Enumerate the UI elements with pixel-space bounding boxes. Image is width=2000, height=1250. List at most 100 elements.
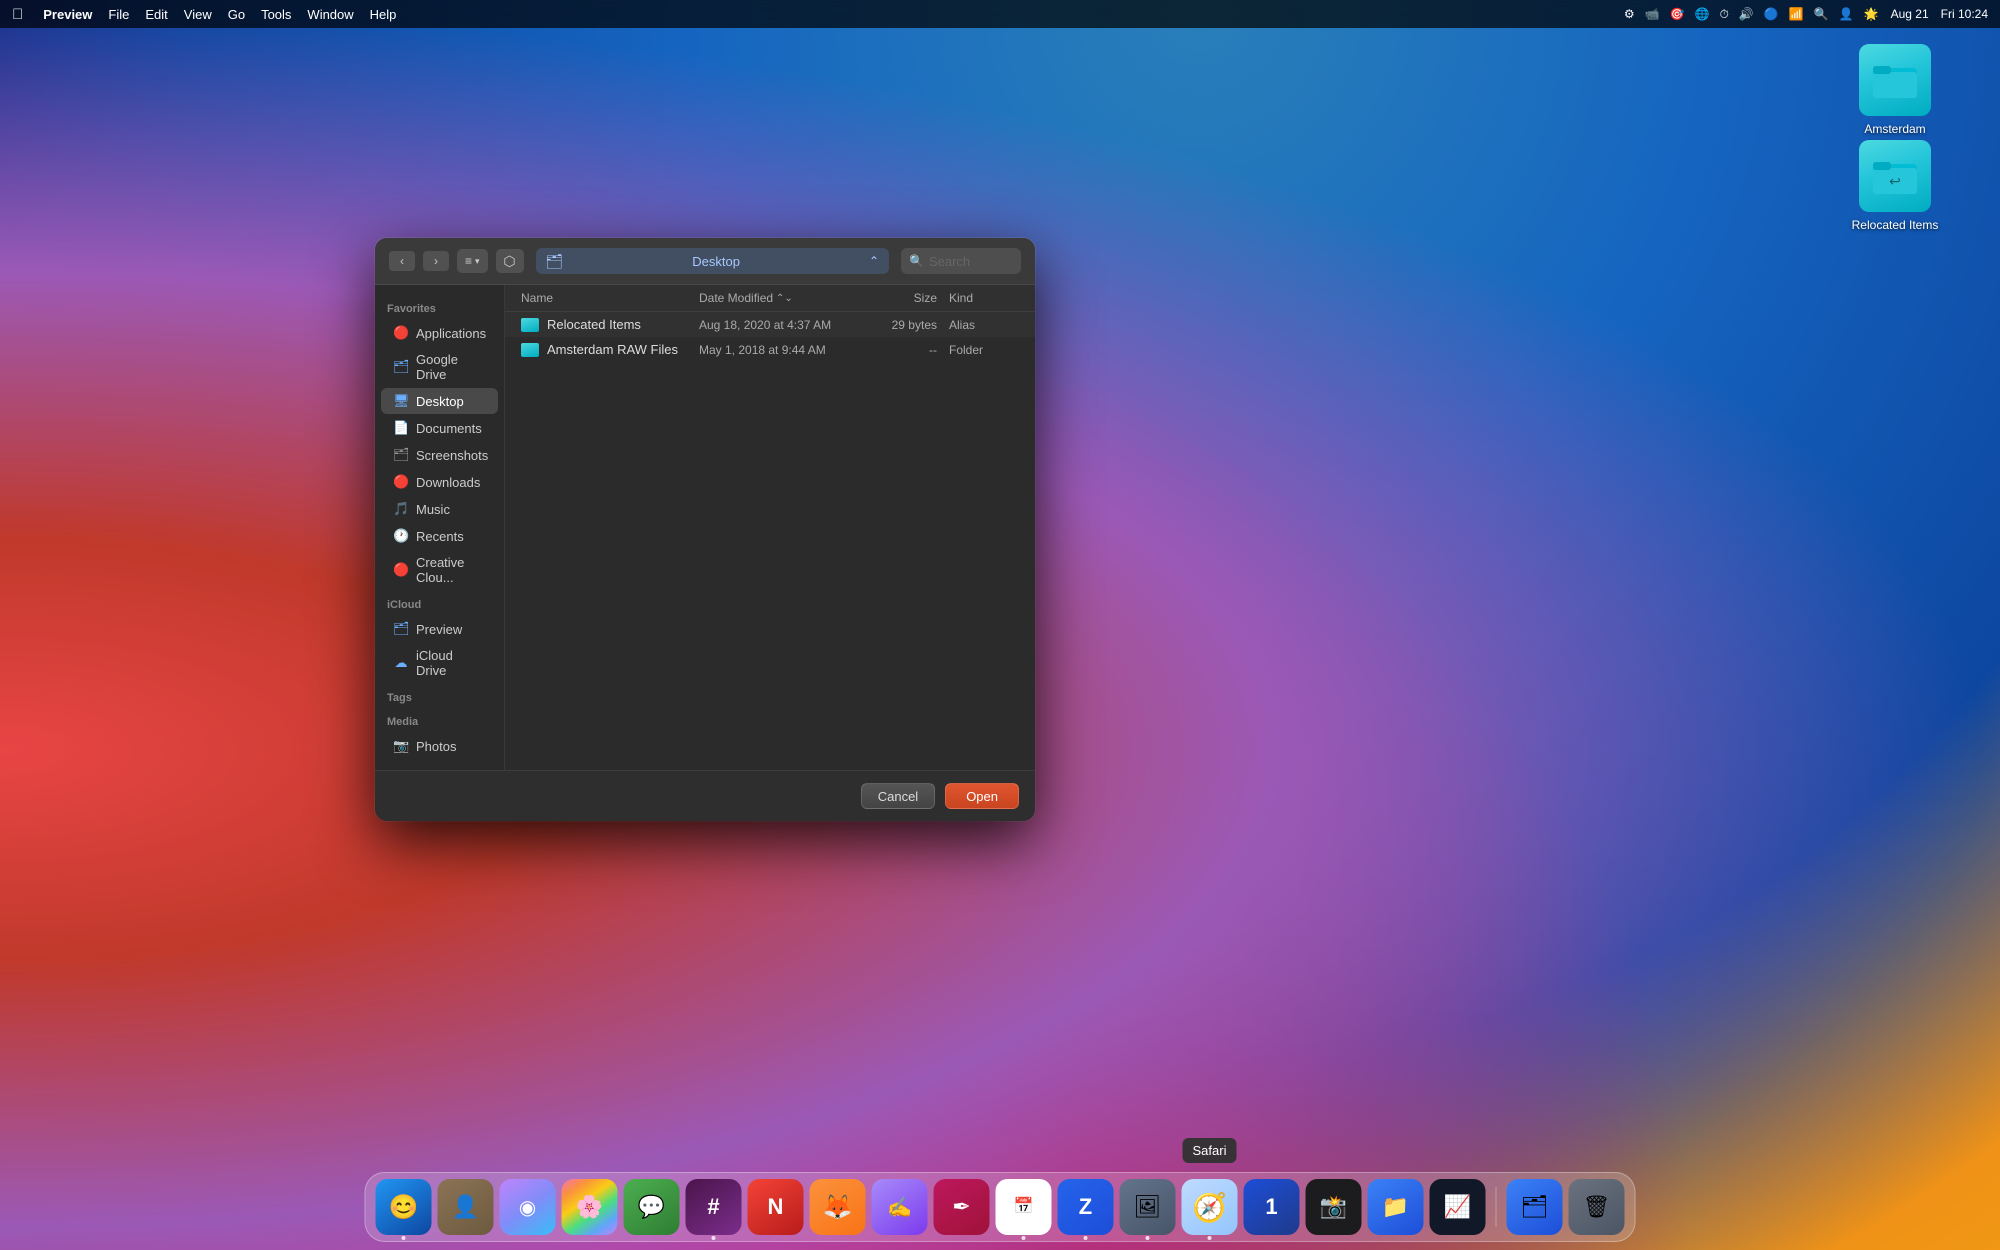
sidebar-item-icloud-drive[interactable]: ☁ iCloud Drive [381, 643, 498, 683]
forward-button[interactable]: › [423, 251, 449, 271]
sidebar-item-documents[interactable]: 📄 Documents [381, 415, 498, 441]
slack-icon: # [707, 1194, 719, 1220]
location-pill[interactable]: 🗂 Desktop ⌃ [536, 248, 889, 274]
location-chevron: ⌃ [869, 254, 879, 268]
dock-item-finder2[interactable]: 🗂 [1507, 1179, 1563, 1235]
action-icon: ⬡ [503, 253, 515, 270]
media-label: Media [375, 708, 504, 732]
zoom-dot [1084, 1236, 1088, 1240]
col-name[interactable]: Name [521, 291, 699, 305]
dock-item-finder[interactable]: 😊 [376, 1179, 432, 1235]
menubar:  Preview File Edit View Go Tools Window… [0, 0, 2000, 28]
preview-dot [1146, 1236, 1150, 1240]
col-kind[interactable]: Kind [949, 291, 1019, 305]
sidebar-item-preview-icloud[interactable]: 🗂 Preview [381, 616, 498, 642]
preview-icloud-icon: 🗂 [393, 621, 409, 637]
dock-item-1password[interactable]: 1 [1244, 1179, 1300, 1235]
apple-menu[interactable]:  [12, 6, 23, 23]
sidebar-item-downloads[interactable]: 🔴 Downloads [381, 469, 498, 495]
menu-help[interactable]: Help [370, 7, 397, 22]
dock-item-calendar[interactable]: 📅 [996, 1179, 1052, 1235]
dock-item-pockity[interactable]: ✍ [872, 1179, 928, 1235]
sidebar-label-documents: Documents [416, 421, 482, 436]
sort-indicator: ⌃⌄ [776, 293, 793, 304]
file-name-0: Relocated Items [521, 317, 699, 332]
file-dialog: ‹ › ≡ ▾ ⬡ 🗂 Desktop ⌃ 🔍 Search Fav [375, 238, 1035, 821]
dock-item-firefox[interactable]: 🦊 [810, 1179, 866, 1235]
calendar-icon: 📅 [1014, 1199, 1034, 1215]
photos-icon: 📷 [393, 738, 409, 754]
creative-cloud-icon: 🔴 [393, 562, 409, 578]
menu-go[interactable]: Go [228, 7, 245, 22]
sidebar-item-google-drive[interactable]: 🗂 Google Drive [381, 347, 498, 387]
folder-icon: 🗂 [546, 253, 564, 270]
dialog-toolbar: ‹ › ≡ ▾ ⬡ 🗂 Desktop ⌃ 🔍 Search [375, 238, 1035, 285]
dock-item-safari[interactable]: 🧭 Safari [1182, 1179, 1238, 1235]
menu-window[interactable]: Window [307, 7, 353, 22]
dock-item-files[interactable]: 📁 [1368, 1179, 1424, 1235]
sidebar-item-music[interactable]: 🎵 Music [381, 496, 498, 522]
1password-icon: 1 [1265, 1194, 1277, 1220]
messages-icon: 💬 [638, 1194, 665, 1220]
sidebar-label-preview-icloud: Preview [416, 622, 462, 637]
file-date-0: Aug 18, 2020 at 4:37 AM [699, 318, 869, 332]
photos-app-icon: 🌸 [576, 1194, 603, 1220]
sidebar-item-screenshots[interactable]: 🗂 Screenshots [381, 442, 498, 468]
app-name[interactable]: Preview [43, 7, 92, 22]
dock-item-darkroom[interactable]: 📸 [1306, 1179, 1362, 1235]
file-size-0: 29 bytes [869, 318, 949, 332]
sidebar-item-creative-cloud[interactable]: 🔴 Creative Clou... [381, 550, 498, 590]
menu-edit[interactable]: Edit [145, 7, 167, 22]
dock-item-contacts[interactable]: 👤 [438, 1179, 494, 1235]
location-label: Desktop [692, 254, 740, 269]
menubar-date: Aug 21 [1891, 7, 1929, 21]
search-box[interactable]: 🔍 Search [901, 248, 1021, 274]
desktop-icon-sidebar: 🖥 [393, 393, 409, 409]
dialog-footer: Cancel Open [375, 770, 1035, 821]
menu-file[interactable]: File [108, 7, 129, 22]
search-icon: 🔍 [909, 254, 924, 268]
view-options-button[interactable]: ≡ ▾ [457, 249, 488, 273]
dock-item-slack[interactable]: # [686, 1179, 742, 1235]
dock-item-zoom[interactable]: Z [1058, 1179, 1114, 1235]
sidebar-label-screenshots: Screenshots [416, 448, 488, 463]
col-size[interactable]: Size [869, 291, 949, 305]
file-kind-1: Folder [949, 343, 1019, 357]
applications-icon: 🔴 [393, 325, 409, 341]
dock-item-news[interactable]: N [748, 1179, 804, 1235]
dock-item-siri[interactable]: ◉ [500, 1179, 556, 1235]
dock-item-messages[interactable]: 💬 [624, 1179, 680, 1235]
action-button[interactable]: ⬡ [496, 249, 524, 273]
dock-item-autograph[interactable]: ✒ [934, 1179, 990, 1235]
menu-view[interactable]: View [184, 7, 212, 22]
menubar-time: Fri 10:24 [1941, 7, 1988, 21]
dock-item-preview[interactable]: 🖼 [1120, 1179, 1176, 1235]
folder-icon-0 [521, 318, 539, 332]
file-row-0[interactable]: Relocated Items Aug 18, 2020 at 4:37 AM … [505, 312, 1035, 337]
sidebar-label-downloads: Downloads [416, 475, 480, 490]
sidebar-label-music: Music [416, 502, 450, 517]
back-button[interactable]: ‹ [389, 251, 415, 271]
autograph-icon: ✒ [952, 1194, 970, 1220]
dock-item-stocks[interactable]: 📈 [1430, 1179, 1486, 1235]
stocks-icon: 📈 [1444, 1194, 1471, 1220]
finder-icon: 😊 [389, 1193, 419, 1222]
file-row-1[interactable]: Amsterdam RAW Files May 1, 2018 at 9:44 … [505, 337, 1035, 362]
sidebar-item-recents[interactable]: 🕐 Recents [381, 523, 498, 549]
icloud-label: iCloud [375, 591, 504, 615]
cancel-button[interactable]: Cancel [861, 783, 935, 809]
sidebar-item-desktop[interactable]: 🖥 Desktop [381, 388, 498, 414]
trash-icon: 🗑 [1583, 1194, 1611, 1220]
dialog-body: Favorites 🔴 Applications 🗂 Google Drive … [375, 285, 1035, 770]
sidebar-item-photos[interactable]: 📷 Photos [381, 733, 498, 759]
sidebar-item-applications[interactable]: 🔴 Applications [381, 320, 498, 346]
menu-tools[interactable]: Tools [261, 7, 291, 22]
google-drive-icon: 🗂 [393, 359, 409, 375]
dock-item-photos[interactable]: 🌸 [562, 1179, 618, 1235]
sidebar-label-desktop: Desktop [416, 394, 464, 409]
col-date[interactable]: Date Modified ⌃⌄ [699, 291, 869, 305]
open-button[interactable]: Open [945, 783, 1019, 809]
sidebar-label-recents: Recents [416, 529, 464, 544]
folder-icon-1 [521, 343, 539, 357]
dock-item-trash[interactable]: 🗑 [1569, 1179, 1625, 1235]
